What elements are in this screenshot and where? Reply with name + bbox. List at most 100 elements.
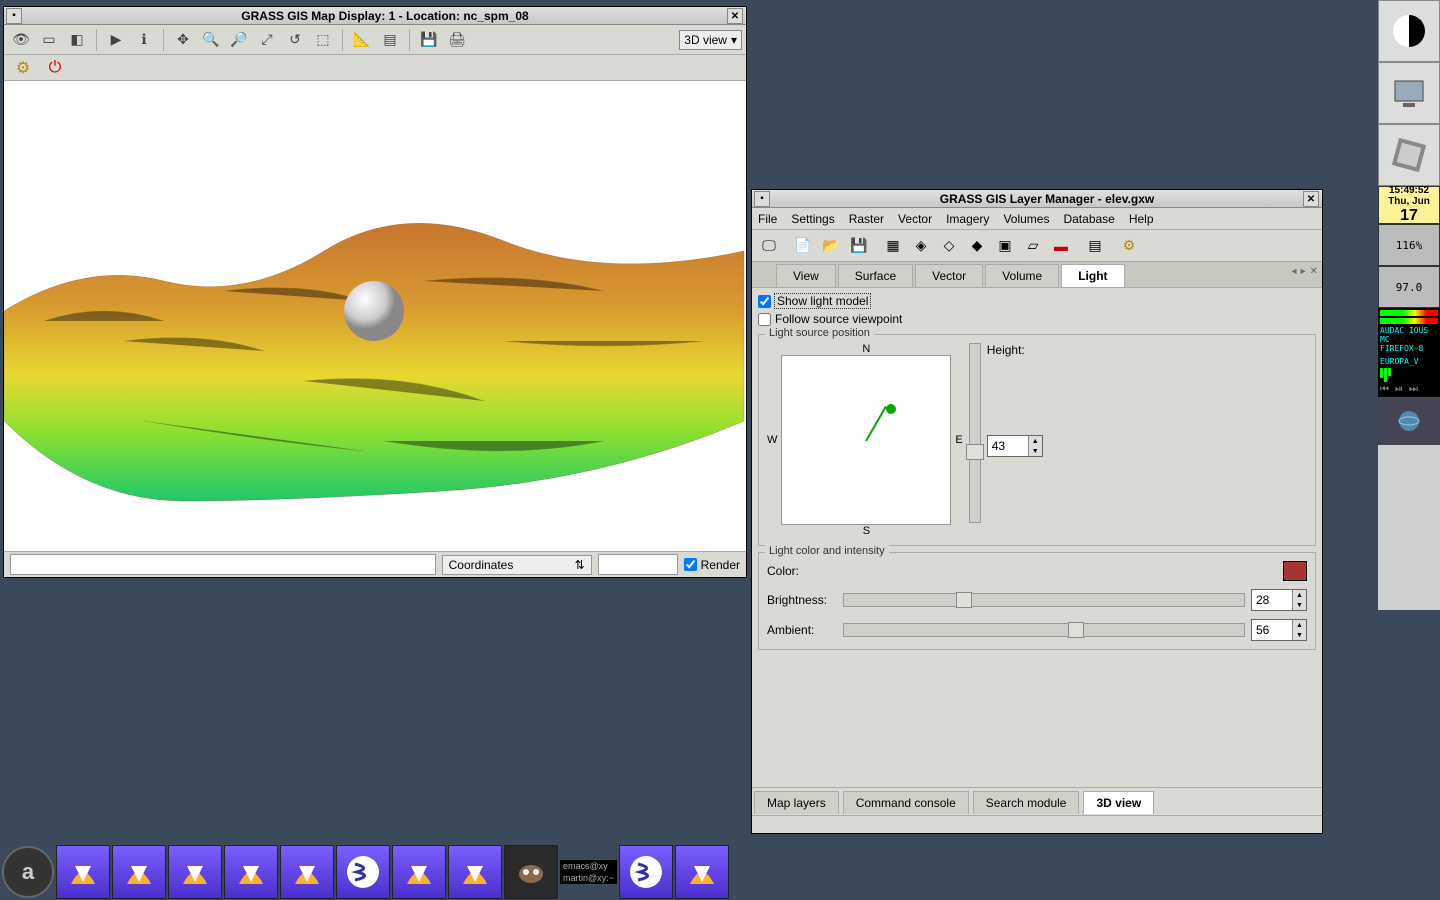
render-checkbox[interactable] xyxy=(684,558,697,571)
render-checkbox-row[interactable]: Render xyxy=(684,558,740,572)
height-slider[interactable] xyxy=(969,343,981,523)
ambient-slider[interactable] xyxy=(843,623,1245,637)
save-icon[interactable]: 💾 xyxy=(416,28,442,52)
zoom-back-icon[interactable]: ↺ xyxy=(282,28,308,52)
tray-audio-meter[interactable]: EUROPA_V ⏮ ⏯ ⏭ xyxy=(1378,355,1440,397)
layer-close-button[interactable]: ✕ xyxy=(1303,191,1319,207)
render-icon[interactable]: ▭ xyxy=(36,28,62,52)
tab-volume[interactable]: Volume xyxy=(985,264,1059,287)
workspace-new-icon[interactable]: 📄 xyxy=(792,235,814,257)
task-app-7[interactable] xyxy=(448,845,502,899)
layer-titlebar[interactable]: ▪ GRASS GIS Layer Manager - elev.gxw ✕ xyxy=(752,190,1322,208)
workspace-save-icon[interactable]: 💾 xyxy=(848,235,870,257)
light-direction-compass[interactable] xyxy=(781,355,951,525)
attribute-table-icon[interactable]: ▤ xyxy=(1084,235,1106,257)
analysis-icon[interactable]: 📐 xyxy=(349,28,375,52)
brightness-input[interactable] xyxy=(1252,590,1292,610)
btab-3d-view[interactable]: 3D view xyxy=(1083,791,1154,814)
height-input[interactable] xyxy=(988,436,1028,456)
coord-input[interactable] xyxy=(598,554,678,575)
tab-close-icon[interactable]: ✕ xyxy=(1310,266,1318,277)
tab-scroll-right-icon[interactable]: ▸ xyxy=(1301,266,1306,277)
task-app-2[interactable] xyxy=(112,845,166,899)
color-swatch[interactable] xyxy=(1283,561,1307,581)
height-down-icon[interactable]: ▼ xyxy=(1028,446,1042,456)
task-label-2[interactable]: martin@xy:~ xyxy=(560,872,617,884)
preferences-icon[interactable]: ⚙ xyxy=(1118,235,1140,257)
add-raster-icon[interactable]: ▦ xyxy=(882,235,904,257)
menu-database[interactable]: Database xyxy=(1063,212,1114,226)
show-light-model-row[interactable]: Show light model xyxy=(758,292,1316,310)
quit-icon[interactable]: ⏻ xyxy=(42,56,68,80)
follow-viewpoint-row[interactable]: Follow source viewpoint xyxy=(758,310,1316,328)
show-layer-icon[interactable]: 👁 xyxy=(8,28,34,52)
task-app-gimp[interactable] xyxy=(504,845,558,899)
add-raster3d-icon[interactable]: ◈ xyxy=(910,235,932,257)
menu-settings[interactable]: Settings xyxy=(791,212,834,226)
pan-icon[interactable]: ✥ xyxy=(170,28,196,52)
menu-vector[interactable]: Vector xyxy=(898,212,932,226)
tray-mem-meter[interactable]: 97.0 xyxy=(1378,266,1440,308)
print-icon[interactable]: 🖨 xyxy=(444,28,470,52)
add-various-icon[interactable]: ◆ xyxy=(966,235,988,257)
settings-icon[interactable]: ⚙ xyxy=(10,56,36,80)
brightness-spinbox[interactable]: ▲▼ xyxy=(1251,589,1307,611)
menu-imagery[interactable]: Imagery xyxy=(946,212,989,226)
zoom-in-icon[interactable]: 🔍 xyxy=(198,28,224,52)
add-vector-icon[interactable]: ◇ xyxy=(938,235,960,257)
task-app-6[interactable] xyxy=(392,845,446,899)
follow-viewpoint-checkbox[interactable] xyxy=(758,313,771,326)
height-up-icon[interactable]: ▲ xyxy=(1028,436,1042,446)
query-icon[interactable]: ℹ xyxy=(131,28,157,52)
brightness-slider[interactable] xyxy=(843,593,1245,607)
task-app-8[interactable] xyxy=(675,845,729,899)
tray-cpu-meter[interactable]: 116% xyxy=(1378,224,1440,266)
tab-surface[interactable]: Surface xyxy=(838,264,913,287)
btab-command-console[interactable]: Command console xyxy=(843,791,969,814)
tab-light[interactable]: Light xyxy=(1061,264,1124,287)
menu-volumes[interactable]: Volumes xyxy=(1003,212,1049,226)
brightness-thumb[interactable] xyxy=(956,592,972,608)
tray-clock[interactable]: 15:49:52 Thu, Jun 17 xyxy=(1378,186,1440,224)
tab-scroll-left-icon[interactable]: ◂ xyxy=(1292,266,1297,277)
status-input[interactable] xyxy=(10,554,436,575)
task-app-emacs2[interactable] xyxy=(619,845,673,899)
new-display-icon[interactable]: 🖵 xyxy=(758,235,780,257)
overlay-icon[interactable]: ▤ xyxy=(377,28,403,52)
zoom-extents-icon[interactable]: ⤢ xyxy=(254,28,280,52)
app-menu-button[interactable]: a xyxy=(2,846,54,898)
show-light-model-checkbox[interactable] xyxy=(758,295,771,308)
zoom-region-icon[interactable]: ⬚ xyxy=(310,28,336,52)
task-app-emacs[interactable] xyxy=(336,845,390,899)
tray-app-icon-2[interactable] xyxy=(1378,62,1440,124)
task-label-1[interactable]: emacs@xy xyxy=(560,860,617,872)
ambient-thumb[interactable] xyxy=(1068,622,1084,638)
workspace-open-icon[interactable]: 📂 xyxy=(820,235,842,257)
height-spinbox[interactable]: ▲▼ xyxy=(987,435,1043,457)
tray-net-meter[interactable]: AUDAC IOUS MC FIREFOX-8 xyxy=(1378,308,1440,355)
map-canvas[interactable] xyxy=(4,81,746,551)
remove-layer-icon[interactable]: ▬ xyxy=(1050,235,1072,257)
height-slider-thumb[interactable] xyxy=(966,444,984,460)
add-overlay-icon[interactable]: ▱ xyxy=(1022,235,1044,257)
add-group-icon[interactable]: ▣ xyxy=(994,235,1016,257)
layer-sysmenu-button[interactable]: ▪ xyxy=(754,191,770,207)
ambient-input[interactable] xyxy=(1252,620,1292,640)
menu-help[interactable]: Help xyxy=(1129,212,1154,226)
task-app-3[interactable] xyxy=(168,845,222,899)
tray-app-icon-3[interactable] xyxy=(1378,124,1440,186)
tray-app-icon-1[interactable] xyxy=(1378,0,1440,62)
eraser-icon[interactable]: ◧ xyxy=(64,28,90,52)
btab-map-layers[interactable]: Map layers xyxy=(754,791,839,814)
map-close-button[interactable]: ✕ xyxy=(727,8,743,24)
tab-view[interactable]: View xyxy=(776,264,836,287)
zoom-out-icon[interactable]: 🔎 xyxy=(226,28,252,52)
pointer-icon[interactable]: ▶ xyxy=(103,28,129,52)
task-app-4[interactable] xyxy=(224,845,278,899)
tab-vector[interactable]: Vector xyxy=(915,264,983,287)
coordinates-dropdown[interactable]: Coordinates ⇅ xyxy=(442,555,592,575)
map-titlebar[interactable]: ▪ GRASS GIS Map Display: 1 - Location: n… xyxy=(4,7,746,25)
viewmode-dropdown[interactable]: 3D view ▾ xyxy=(679,30,742,50)
menu-file[interactable]: File xyxy=(758,212,777,226)
ambient-spinbox[interactable]: ▲▼ xyxy=(1251,619,1307,641)
